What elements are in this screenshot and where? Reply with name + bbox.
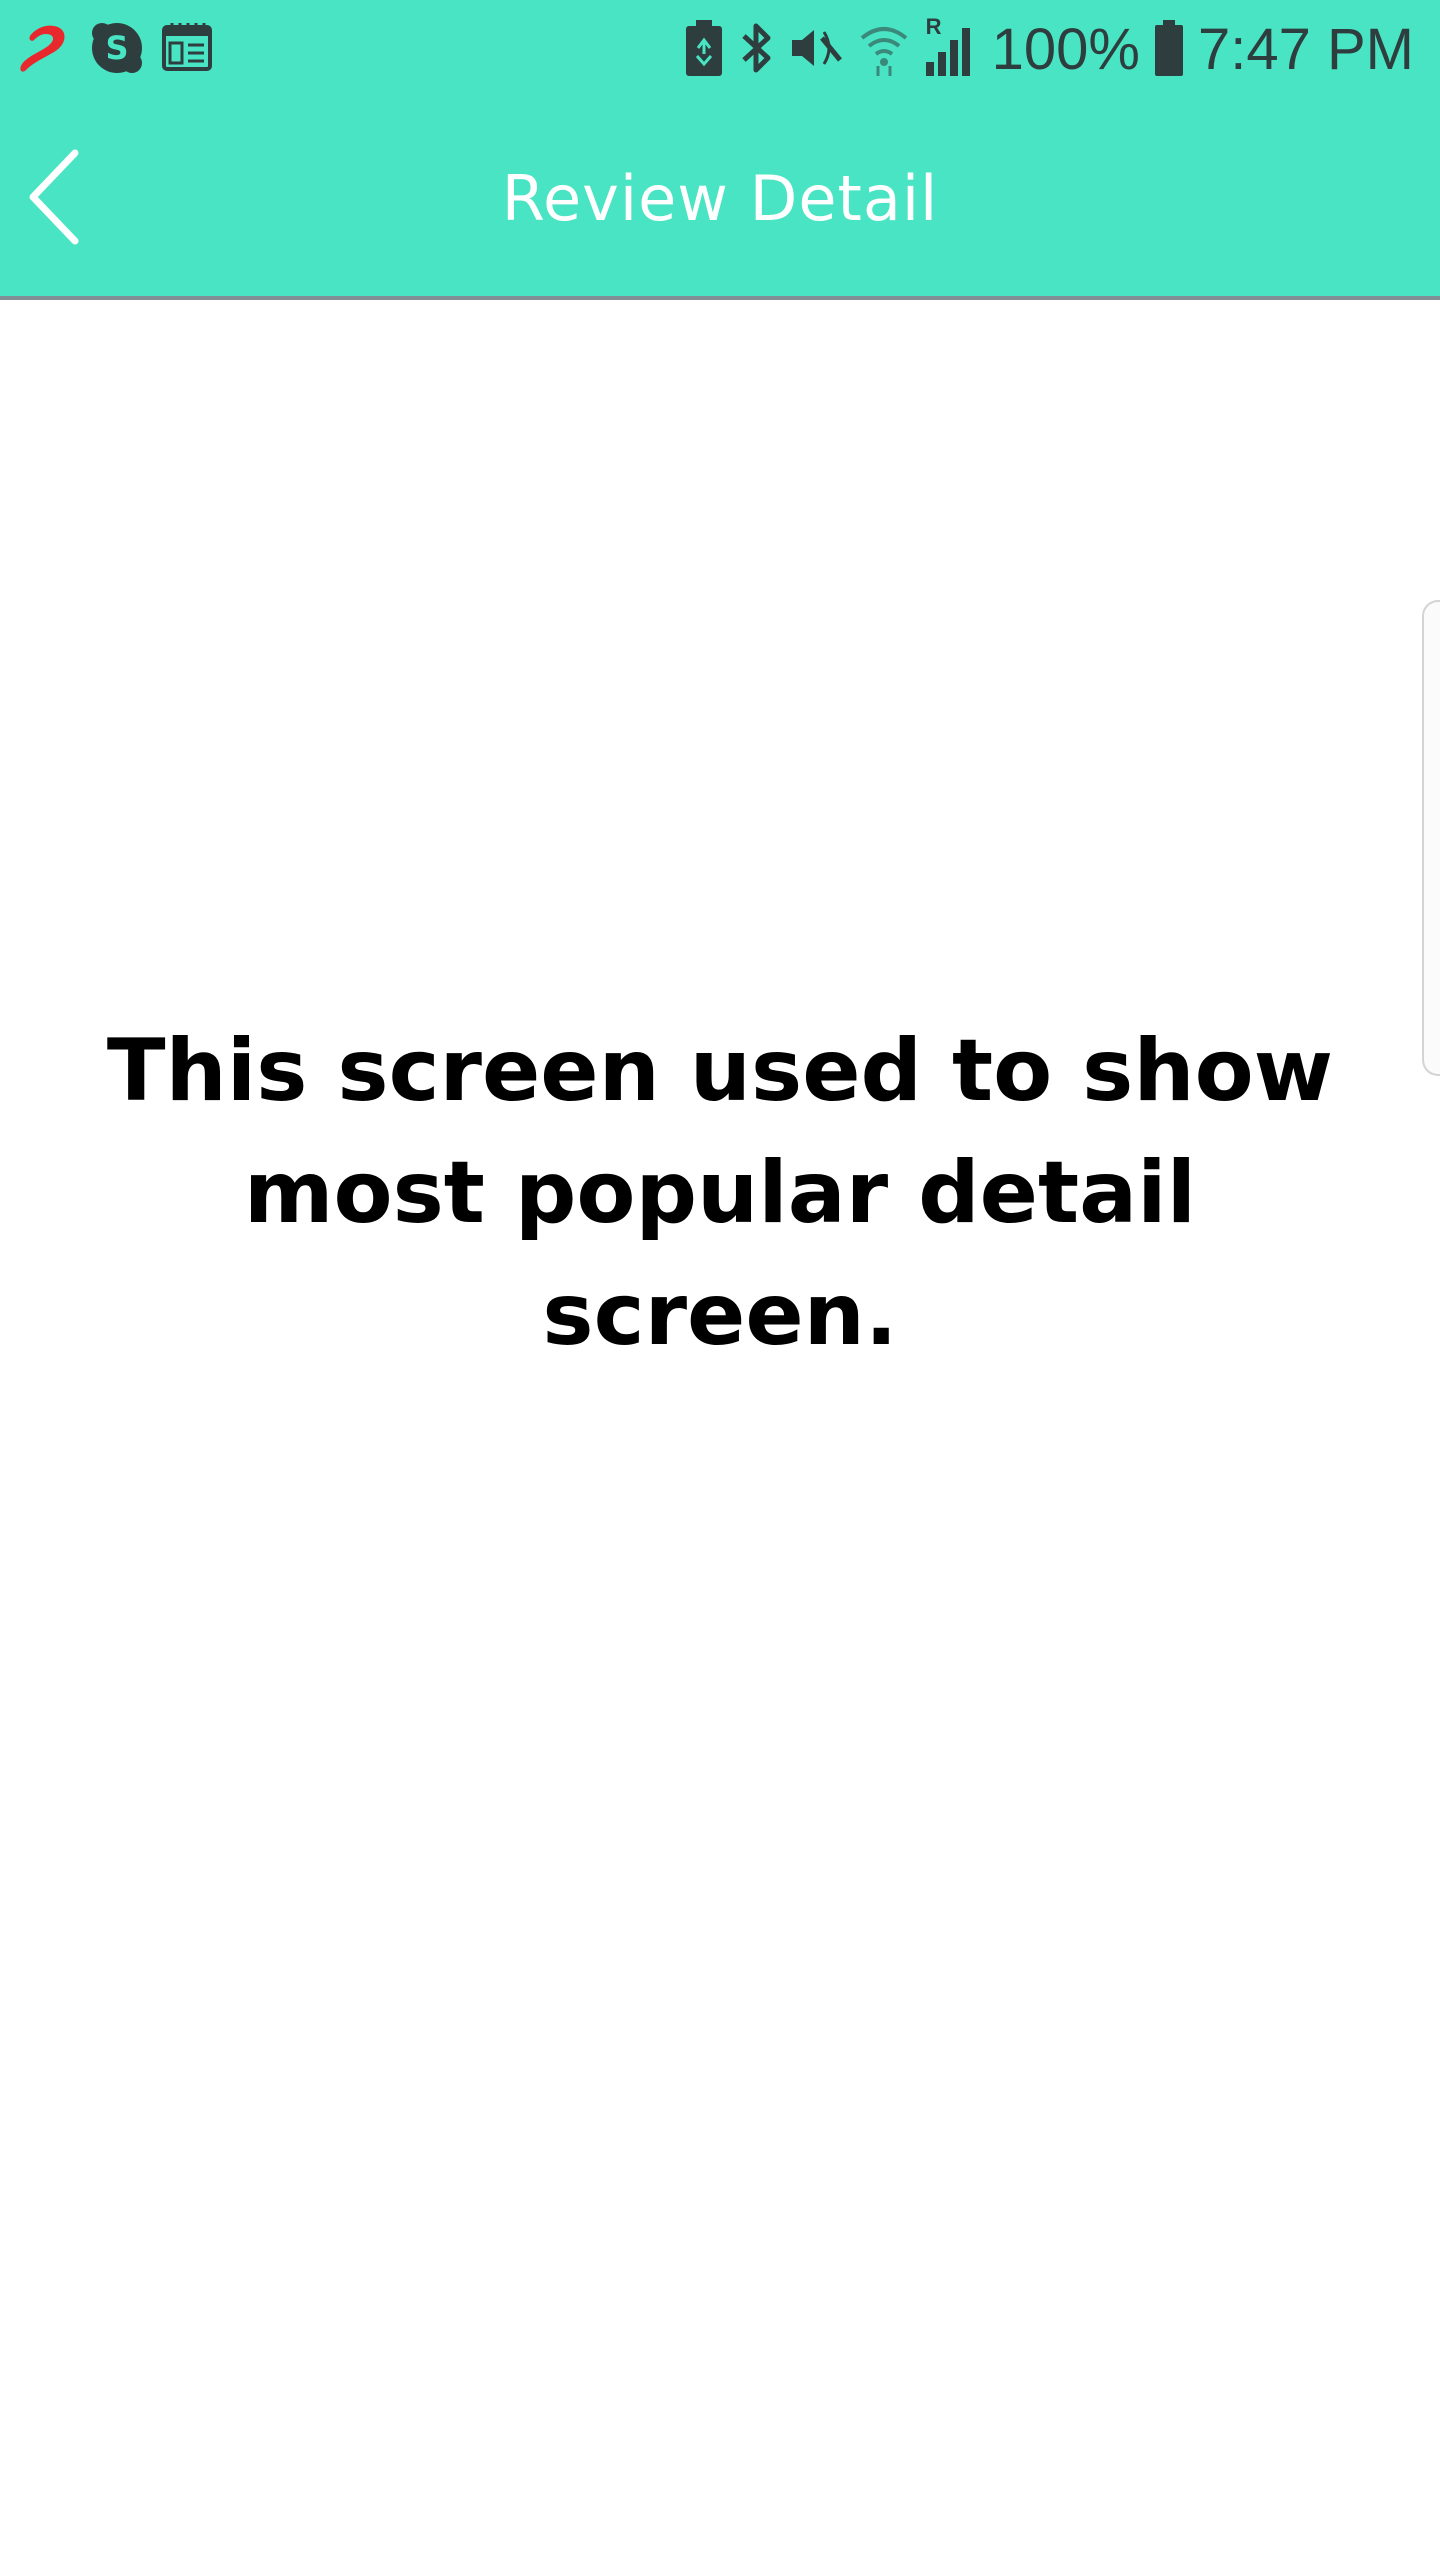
airtel-icon — [14, 18, 74, 83]
battery-icon — [1154, 19, 1184, 81]
bluetooth-icon — [738, 20, 774, 81]
status-bar-left-icons: S — [14, 14, 214, 86]
battery-saver-icon — [684, 19, 724, 81]
info-message: This screen used to show most popular de… — [60, 1010, 1380, 1376]
edge-panel-handle[interactable] — [1422, 600, 1440, 1076]
signal-roaming-label: R — [925, 13, 942, 39]
status-bar-right-icons: R 100% 7:47 PM — [684, 14, 1414, 86]
page-title: Review Detail — [501, 161, 939, 235]
battery-percentage: 100% — [991, 17, 1140, 82]
mute-icon — [788, 20, 844, 81]
skype-icon: S — [88, 19, 146, 82]
back-button[interactable] — [18, 144, 88, 254]
chevron-left-icon — [23, 147, 83, 252]
wifi-icon — [858, 20, 910, 81]
signal-icon: R — [924, 14, 978, 83]
app-bar: Review Detail — [0, 100, 1440, 300]
status-bar: S R 100% 7:47 PM — [0, 0, 1440, 100]
calendar-icon — [160, 21, 214, 80]
main-content: This screen used to show most popular de… — [0, 300, 1440, 2560]
svg-text:S: S — [105, 29, 128, 67]
info-message-line-2: most popular detail screen. — [243, 1143, 1197, 1365]
clock-time: 7:47 PM — [1198, 17, 1414, 82]
info-message-line-1: This screen used to show — [106, 1021, 1334, 1121]
